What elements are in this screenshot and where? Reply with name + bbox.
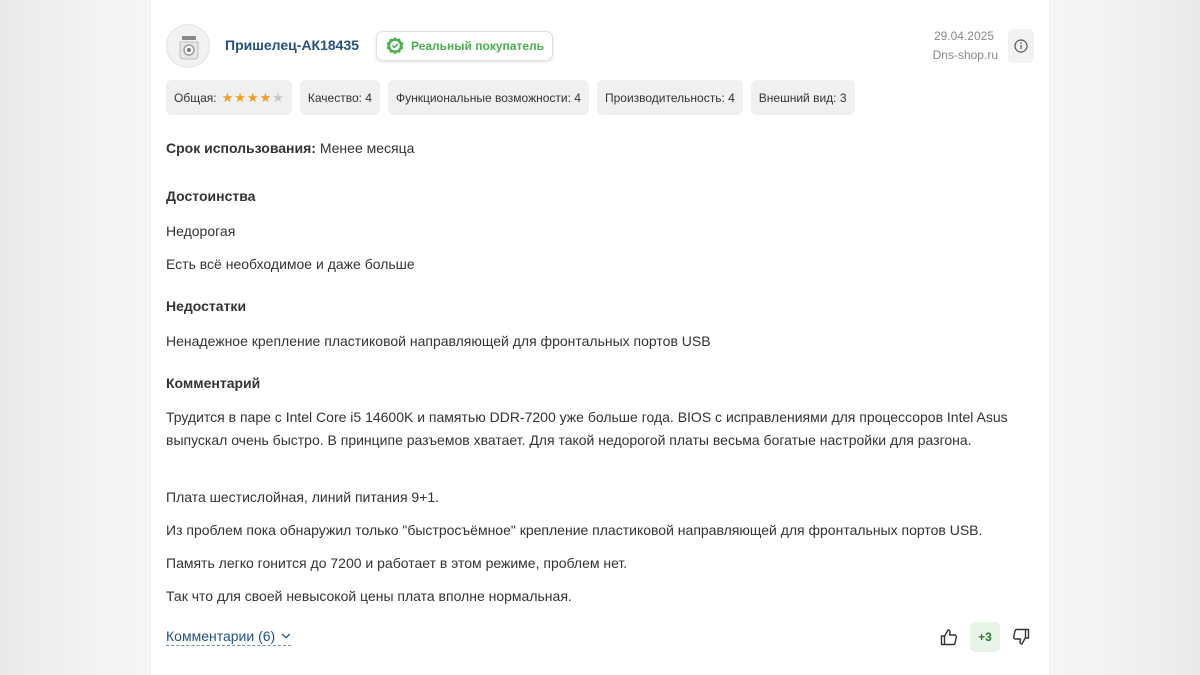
cons-item: Ненадежное крепление пластиковой направл… — [166, 333, 711, 349]
pros-heading: Достоинства — [166, 188, 256, 204]
usage-value: Менее месяца — [319, 140, 415, 156]
rating-chip-appearance: Внешний вид: 3 — [750, 80, 855, 115]
comment-paragraph: Из проблем пока обнаружил только "быстро… — [166, 522, 983, 538]
info-button[interactable] — [1008, 29, 1034, 63]
rating-chips: Общая: ★ ★ ★ ★ ★ Качество: 4 Функциональные … — [166, 80, 855, 115]
star-icon: ★ — [259, 90, 272, 105]
usage-label: Срок использования: — [166, 140, 316, 156]
avatar[interactable] — [166, 24, 210, 68]
overall-rating-stars: ★ ★ ★ ★ ★ — [222, 91, 284, 104]
rating-chip-quality: Качество: 4 — [299, 80, 380, 115]
review-date: 29.04.2025 — [933, 29, 994, 43]
verified-buyer-label: Реальный покупатель — [411, 39, 544, 53]
pros-item: Есть всё необходимое и даже больше — [166, 256, 415, 272]
review-votes: +3 — [936, 622, 1034, 652]
usage-period: Срок использования: Менее месяца — [166, 137, 414, 160]
info-icon — [1014, 39, 1028, 53]
overall-rating-chip: Общая: ★ ★ ★ ★ ★ — [166, 80, 292, 115]
comment-paragraph: Память легко гонится до 7200 и работает … — [166, 555, 628, 571]
comments-toggle[interactable]: Комментарии (6) — [166, 628, 292, 646]
review-card: Пришелец-АК18435 Реальный покупатель 29.… — [151, 0, 1049, 675]
review-author[interactable]: Пришелец-АК18435 — [225, 37, 359, 53]
comment-paragraph: Плата шестислойная, линий питания 9+1. — [166, 489, 440, 505]
star-icon: ★ — [272, 90, 284, 105]
avatar-icon — [179, 36, 199, 60]
star-icon: ★ — [234, 90, 246, 105]
star-icon: ★ — [221, 90, 234, 105]
vote-score: +3 — [970, 622, 1000, 652]
star-icon: ★ — [246, 90, 259, 105]
verified-buyer-badge: Реальный покупатель — [376, 31, 553, 61]
thumbs-down-icon — [1012, 628, 1030, 645]
rating-chip-functionality: Функциональные возможности: 4 — [387, 80, 589, 115]
chevron-down-icon — [282, 633, 291, 639]
comment-paragraph: Так что для своей невысокой цены плата в… — [166, 588, 572, 604]
downvote-button[interactable] — [1008, 622, 1034, 652]
cons-heading: Недостатки — [166, 298, 247, 314]
review-source: Dns-shop.ru — [932, 48, 998, 62]
verified-icon — [386, 37, 404, 55]
page-background-left — [0, 0, 150, 675]
pros-item: Недорогая — [166, 223, 236, 239]
page-background-right — [1050, 0, 1200, 675]
comment-paragraph: Трудится в паре с Intel Core i5 14600K и… — [166, 409, 1008, 448]
rating-chip-performance: Производительность: 4 — [596, 80, 743, 115]
comment-heading: Комментарий — [166, 375, 261, 391]
comments-toggle-label: Комментарии (6) — [166, 628, 276, 644]
upvote-button[interactable] — [936, 622, 962, 652]
thumbs-up-icon — [940, 629, 958, 646]
overall-rating-label: Общая: — [174, 90, 217, 105]
